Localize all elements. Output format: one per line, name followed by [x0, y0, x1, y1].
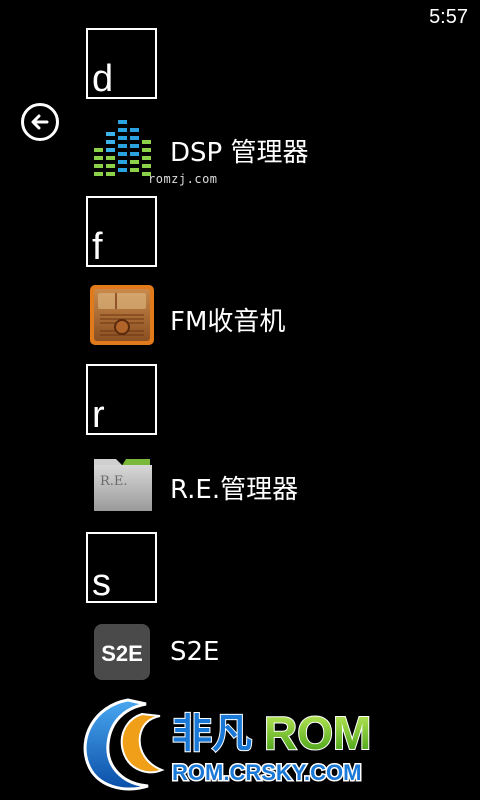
letter-label: r: [92, 394, 105, 436]
arrow-left-icon: [31, 114, 49, 130]
app-item-dsp[interactable]: DSP 管理器: [86, 112, 466, 183]
app-label-dsp: DSP 管理器: [170, 138, 309, 168]
letter-tile-r[interactable]: r: [86, 364, 157, 436]
app-item-re-manager[interactable]: R.E. R.E.管理器: [86, 449, 466, 520]
letter-tile-s[interactable]: s: [86, 532, 157, 604]
svg-text:R.E.: R.E.: [100, 474, 128, 489]
letter-label: d: [92, 58, 114, 100]
letter-tile-f[interactable]: f: [86, 196, 157, 268]
equalizer-icon: [94, 120, 151, 176]
logo-rom-text: ROM: [264, 707, 371, 759]
letter-label: s: [92, 562, 111, 604]
folder-icon: R.E.: [94, 459, 152, 511]
letter-label: f: [92, 226, 103, 268]
status-bar-time: 5:57: [429, 6, 468, 28]
back-button[interactable]: [21, 103, 59, 141]
romzj-watermark: romzj.com: [148, 172, 218, 186]
s2e-icon: S2E: [94, 624, 150, 680]
logo-url-text: ROM.CRSKY.COM: [172, 760, 361, 785]
app-label-re-manager: R.E.管理器: [170, 475, 299, 505]
app-label-fm-radio: FM收音机: [170, 307, 286, 337]
logo-cn-text: 非凡: [172, 711, 252, 757]
app-label-s2e: S2E: [170, 637, 220, 667]
app-item-fm-radio[interactable]: FM收音机: [86, 281, 466, 352]
app-item-s2e[interactable]: S2E S2E: [86, 617, 466, 688]
letter-tile-d[interactable]: d: [86, 28, 157, 100]
radio-icon: [90, 285, 154, 345]
crsky-watermark-logo: 非凡 ROM ROM.CRSKY.COM: [83, 698, 372, 791]
svg-text:S2E: S2E: [101, 641, 143, 666]
